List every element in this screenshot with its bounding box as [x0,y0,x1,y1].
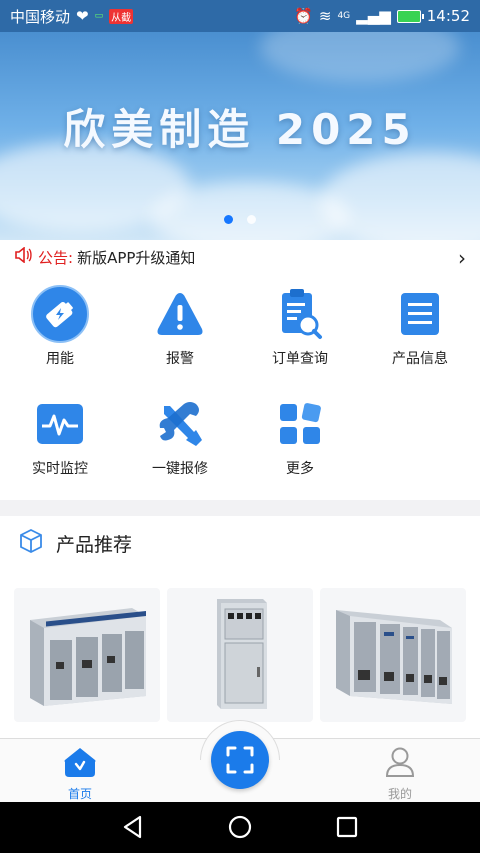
menu-item-monitor[interactable]: 实时监控 [0,394,120,478]
section-header: 产品推荐 [18,528,132,558]
product-card[interactable] [14,588,160,722]
user-icon [385,747,415,777]
carousel-dot-active[interactable] [224,215,233,224]
scan-icon [226,746,254,774]
notice-label: 公告: [38,248,74,267]
more-icon [270,394,330,454]
heart-icon: ❤ [76,7,89,25]
back-button[interactable] [120,814,146,844]
product-card[interactable] [167,588,313,722]
menu-item-order-search[interactable]: 订单查询 [240,284,360,368]
section-title: 产品推荐 [56,533,133,556]
speaker-icon [14,246,32,267]
notice-text[interactable]: 新版APP升级通知 [77,247,195,268]
monitor-icon [30,394,90,454]
battery-icon [396,9,424,23]
back-triangle-icon [123,815,142,839]
menu-item-more[interactable]: 更多 [240,394,360,478]
carousel-indicator [0,215,480,224]
repair-icon [150,394,210,454]
sim-icon: ▭ [94,11,104,21]
menu-label: 用能 [46,351,74,367]
network-label: 4G [337,11,351,21]
menu-label: 更多 [286,461,314,477]
energy-icon [30,284,90,344]
product-recommend-section: 产品推荐 [0,516,480,738]
circle-home-icon [228,815,252,839]
product-card[interactable] [320,588,466,722]
carrier-label: 中国移动 [10,7,71,26]
alarm-icon [150,284,210,344]
app-badge: 从截 [109,8,134,24]
menu-label: 报警 [166,351,194,367]
wifi-icon: ≋ [318,7,332,25]
home-nav-button[interactable] [227,814,253,844]
system-nav-bar [0,802,480,853]
function-menu: 用能 报警 订单查询 产品信息 实时监控 一键报修 更多 [0,274,480,500]
banner-carousel[interactable]: 欣美制造 2025 [0,32,480,240]
chevron-right-icon[interactable]: › [458,246,466,270]
scan-button[interactable] [211,731,269,789]
home-icon [64,748,96,777]
signal-icon: ▂▄▆ [356,7,391,25]
switchgear-image [336,610,452,704]
menu-label: 实时监控 [32,461,88,477]
status-bar: 中国移动 ❤ ▭ 从截 ⏰ ≋ 4G ▂▄▆ 14:52 [0,0,480,32]
tab-mine[interactable]: 我的 [360,745,440,802]
carousel-dot[interactable] [247,215,256,224]
recents-button[interactable] [334,814,360,844]
alarm-clock-icon: ⏰ [294,7,313,25]
menu-item-product-info[interactable]: 产品信息 [360,284,480,368]
product-info-icon [390,284,450,344]
clock-time: 14:52 [426,7,470,25]
banner-title: 欣美制造 2025 [63,105,417,154]
menu-label: 订单查询 [272,351,328,367]
menu-item-repair[interactable]: 一键报修 [120,394,240,478]
tab-home-label: 首页 [67,787,92,801]
order-search-icon [270,284,330,344]
box-icon [18,528,44,558]
menu-label: 产品信息 [392,351,448,367]
notice-bar[interactable]: 公告: 新版APP升级通知 › [0,240,480,274]
square-recents-icon [336,816,358,838]
tab-home[interactable]: 首页 [40,745,120,802]
switchgear-image [217,599,267,709]
menu-label: 一键报修 [152,461,208,477]
menu-item-alarm[interactable]: 报警 [120,284,240,368]
tab-mine-label: 我的 [387,787,412,801]
menu-item-energy[interactable]: 用能 [0,284,120,368]
switchgear-image [30,608,146,706]
